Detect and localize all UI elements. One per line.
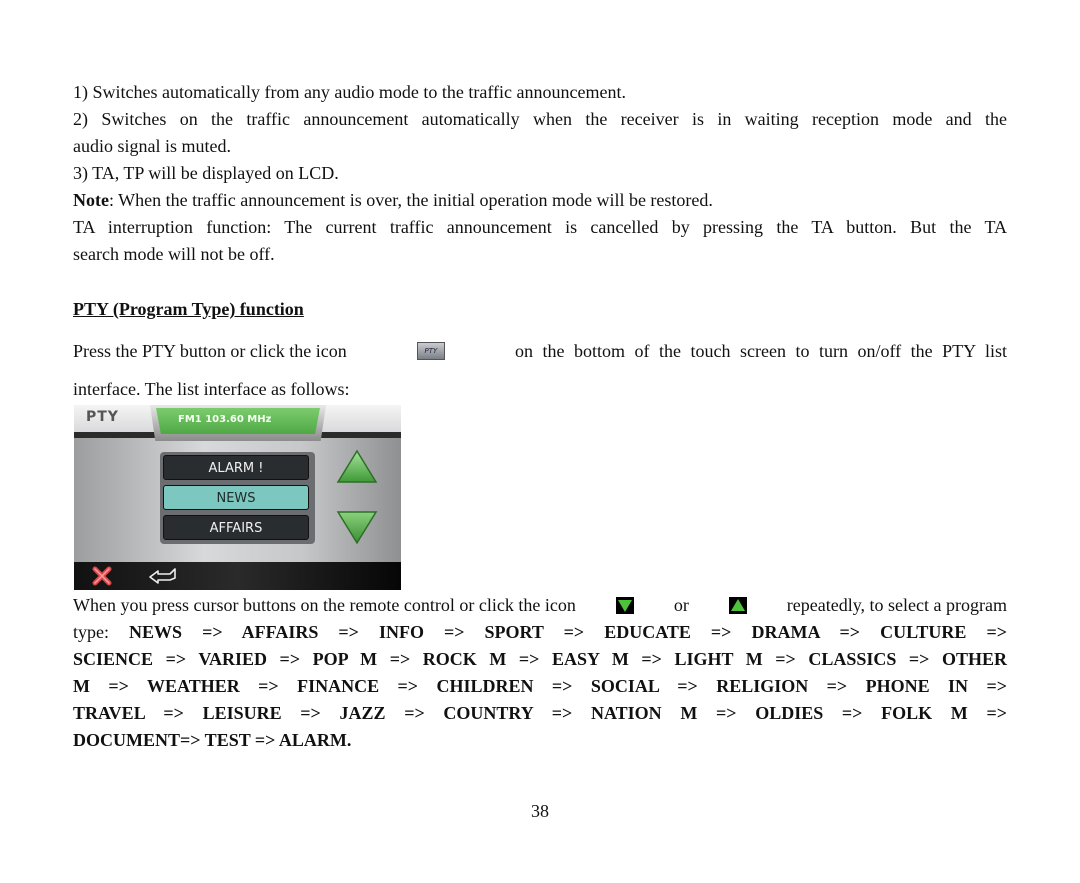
cursor-text-before: When you press cursor buttons on the rem… [73,595,576,615]
press-text-after: on the bottom of the touch screen to tur… [515,341,1007,361]
paragraph-3: 3) TA, TP will be displayed on LCD. [73,163,339,183]
pty-list: ALARM ! NEWS AFFAIRS [160,452,315,544]
program-types-line-3: M => WEATHER => FINANCE => CHILDREN => S… [73,676,1007,696]
program-types-line-2: SCIENCE => VARIED => POP M => ROCK M => … [73,649,1007,669]
pty-button-icon: PTY [416,342,445,360]
program-types-line-1: type: NEWS => AFFAIRS => INFO => SPORT =… [73,621,1007,643]
device-bottom-bar [74,562,401,590]
program-types-text: NEWS => AFFAIRS => INFO => SPORT => EDUC… [129,622,1007,642]
press-text-before: Press the PTY button or click the icon [73,341,347,361]
up-arrow-icon [336,449,378,483]
frequency-display: FM1 103.60 MHz [156,408,320,434]
program-types-line-5: DOCUMENT=> TEST => ALARM. [73,730,352,750]
up-arrow-button[interactable] [336,449,378,490]
section-heading: PTY (Program Type) function [73,299,304,319]
type-label: type: [73,622,109,642]
cursor-text-after: repeatedly, to select a program [786,595,1007,615]
close-icon [92,566,112,586]
paragraph-1: 1) Switches automatically from any audio… [73,82,626,102]
down-arrow-icon [336,511,378,545]
close-button[interactable] [92,566,112,590]
press-instruction-line-1: Press the PTY button or click the icon P… [73,340,1007,362]
ta-paragraph-line-1: TA interruption function: The current tr… [73,217,1007,237]
note-label: Note [73,190,109,210]
pty-item-alarm[interactable]: ALARM ! [163,455,309,480]
back-button[interactable] [148,567,178,590]
program-types-line-4: TRAVEL => LEISURE => JAZZ => COUNTRY => … [73,703,1007,723]
paragraph-2-line-2: audio signal is muted. [73,136,231,156]
cursor-instruction-line: When you press cursor buttons on the rem… [73,594,1007,616]
up-triangle-icon [728,596,747,614]
note-paragraph: Note: When the traffic announcement is o… [73,189,1007,211]
pty-list-screenshot: PTY FM1 103.60 MHz ALARM ! NEWS AFFAIRS [74,405,401,590]
pty-item-news[interactable]: NEWS [163,485,309,510]
page-number: 38 [531,801,549,821]
device-title: PTY [86,409,119,425]
note-text: : When the traffic announcement is over,… [108,190,713,210]
ta-paragraph-line-2: search mode will not be off. [73,244,275,264]
down-arrow-button[interactable] [336,509,378,550]
press-instruction-line-2: interface. The list interface as follows… [73,379,350,399]
paragraph-2-line-1: 2) Switches on the traffic announcement … [73,109,1007,129]
back-arrow-icon [149,568,176,584]
cursor-text-or: or [673,595,689,615]
pty-item-affairs[interactable]: AFFAIRS [163,515,309,540]
down-triangle-icon [615,596,634,614]
